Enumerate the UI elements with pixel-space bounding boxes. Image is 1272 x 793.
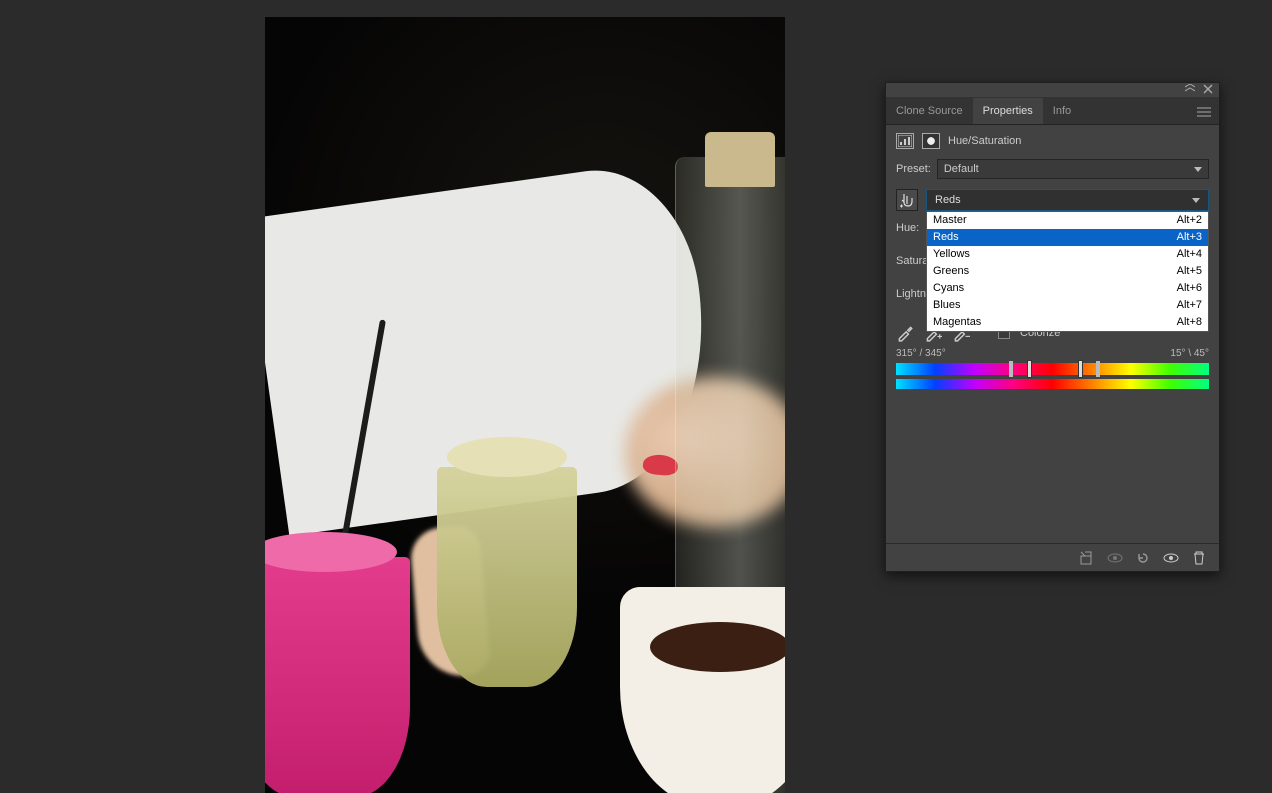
properties-panel: Clone Source Properties Info Hue/Saturat… xyxy=(885,82,1220,572)
panel-footer xyxy=(886,543,1219,571)
color-range-option-magentas[interactable]: MagentasAlt+8 xyxy=(927,314,1208,331)
trash-icon[interactable] xyxy=(1191,550,1207,566)
color-range-select[interactable]: Reds xyxy=(926,189,1209,211)
photo-placeholder xyxy=(265,17,785,793)
preset-value: Default xyxy=(944,163,979,175)
reset-icon[interactable] xyxy=(1135,550,1151,566)
color-range-value: Reds xyxy=(935,194,961,206)
range-right: 15° \ 45° xyxy=(1170,348,1209,359)
range-left: 315° / 345° xyxy=(896,348,946,359)
panel-tabs: Clone Source Properties Info xyxy=(886,97,1219,125)
visibility-icon[interactable] xyxy=(1163,550,1179,566)
color-range-option-blues[interactable]: BluesAlt+7 xyxy=(927,297,1208,314)
color-range-dropdown: MasterAlt+2 RedsAlt+3 YellowsAlt+4 Green… xyxy=(926,211,1209,332)
hue-range-strip-top[interactable] xyxy=(896,363,1209,375)
color-range-option-greens[interactable]: GreensAlt+5 xyxy=(927,263,1208,280)
document-canvas[interactable] xyxy=(265,17,785,793)
panel-menu-icon[interactable] xyxy=(1189,103,1219,124)
targeted-adjustment-tool[interactable] xyxy=(896,189,918,211)
adjustment-title: Hue/Saturation xyxy=(948,135,1021,147)
color-range-option-master[interactable]: MasterAlt+2 xyxy=(927,212,1208,229)
view-previous-icon[interactable] xyxy=(1107,550,1123,566)
tab-info[interactable]: Info xyxy=(1043,98,1081,124)
clip-to-layer-icon[interactable] xyxy=(1079,550,1095,566)
close-icon[interactable] xyxy=(1203,84,1213,97)
layer-mask-icon xyxy=(922,133,940,149)
adjustment-header: Hue/Saturation xyxy=(886,125,1219,155)
hue-range-strip-bottom xyxy=(896,379,1209,389)
chevron-down-icon xyxy=(1194,163,1202,175)
color-range-option-cyans[interactable]: CyansAlt+6 xyxy=(927,280,1208,297)
preset-label: Preset: xyxy=(896,163,931,175)
collapse-icon[interactable] xyxy=(1185,84,1195,97)
tab-properties[interactable]: Properties xyxy=(973,98,1043,124)
adjustment-type-icon xyxy=(896,133,914,149)
preset-select[interactable]: Default xyxy=(937,159,1209,179)
color-range-option-yellows[interactable]: YellowsAlt+4 xyxy=(927,246,1208,263)
tab-clone-source[interactable]: Clone Source xyxy=(886,98,973,124)
panel-titlebar xyxy=(886,83,1219,97)
chevron-down-icon xyxy=(1192,194,1200,206)
eyedropper-icon[interactable] xyxy=(896,324,914,342)
color-range-option-reds[interactable]: RedsAlt+3 xyxy=(927,229,1208,246)
